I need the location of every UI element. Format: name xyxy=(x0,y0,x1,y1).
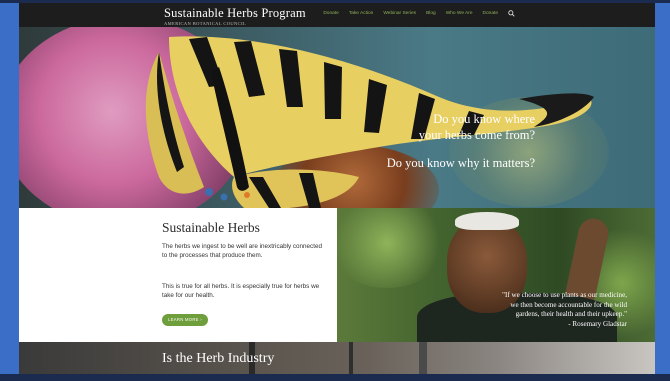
quote-text: "If we choose to use plants as our medic… xyxy=(502,291,627,329)
nav-item-webinar-series[interactable]: Webinar Series xyxy=(383,11,416,16)
nav-item-blog[interactable]: Blog xyxy=(426,11,436,16)
quote-line-2: we then become accountable for the wild xyxy=(510,300,627,309)
website: Sustainable Herbs Program AMERICAN BOTAN… xyxy=(19,3,655,374)
background-post-2 xyxy=(349,342,353,374)
industry-section: Is the Herb Industry xyxy=(19,342,655,374)
quote-attribution: - Rosemary Gladstar xyxy=(568,319,627,328)
quote-line-1: "If we choose to use plants as our medic… xyxy=(502,291,627,299)
site-subtitle: AMERICAN BOTANICAL COUNCIL xyxy=(164,21,247,26)
site-title[interactable]: Sustainable Herbs Program xyxy=(164,6,306,21)
search-icon[interactable] xyxy=(508,10,515,17)
hero-line-2: your herbs come from? xyxy=(418,128,535,142)
intro-section: Sustainable Herbs The herbs we ingest to… xyxy=(19,208,337,342)
industry-section-title: Is the Herb Industry xyxy=(162,351,275,366)
site-header: Sustainable Herbs Program AMERICAN BOTAN… xyxy=(19,3,655,27)
hero-line-1: Do you know where xyxy=(433,112,535,126)
frame-bottom xyxy=(0,374,670,381)
learn-more-button[interactable]: LEARN MORE › xyxy=(162,314,208,326)
hero-question: Do you know where your herbs come from? … xyxy=(387,111,535,171)
background-post-3 xyxy=(419,342,427,374)
site-logo[interactable]: Sustainable Herbs Program AMERICAN BOTAN… xyxy=(164,6,306,26)
intro-paragraph-1: The herbs we ingest to be well are inext… xyxy=(162,243,322,260)
butterfly-image xyxy=(145,36,594,208)
man-cap xyxy=(455,212,519,230)
quote-panel: "If we choose to use plants as our medic… xyxy=(337,208,655,342)
foliage-left xyxy=(337,208,447,288)
main-nav: Donate Take Action Webinar Series Blog W… xyxy=(323,10,515,17)
quote-line-3: gardens, their health and their upkeep." xyxy=(515,310,627,318)
hero-banner: Do you know where your herbs come from? … xyxy=(19,27,655,208)
intro-title: Sustainable Herbs xyxy=(162,220,260,235)
frame-right xyxy=(655,0,670,381)
nav-item-take-action[interactable]: Take Action xyxy=(349,11,374,16)
nav-item-donate-2[interactable]: Donate xyxy=(483,11,498,16)
frame-left xyxy=(0,0,19,381)
hero-line-3: Do you know why it matters? xyxy=(386,156,535,170)
nav-item-donate[interactable]: Donate xyxy=(323,11,338,16)
nav-item-who-we-are[interactable]: Who We Are xyxy=(446,11,473,16)
intro-paragraph-2: This is true for all herbs. It is especi… xyxy=(162,283,320,300)
